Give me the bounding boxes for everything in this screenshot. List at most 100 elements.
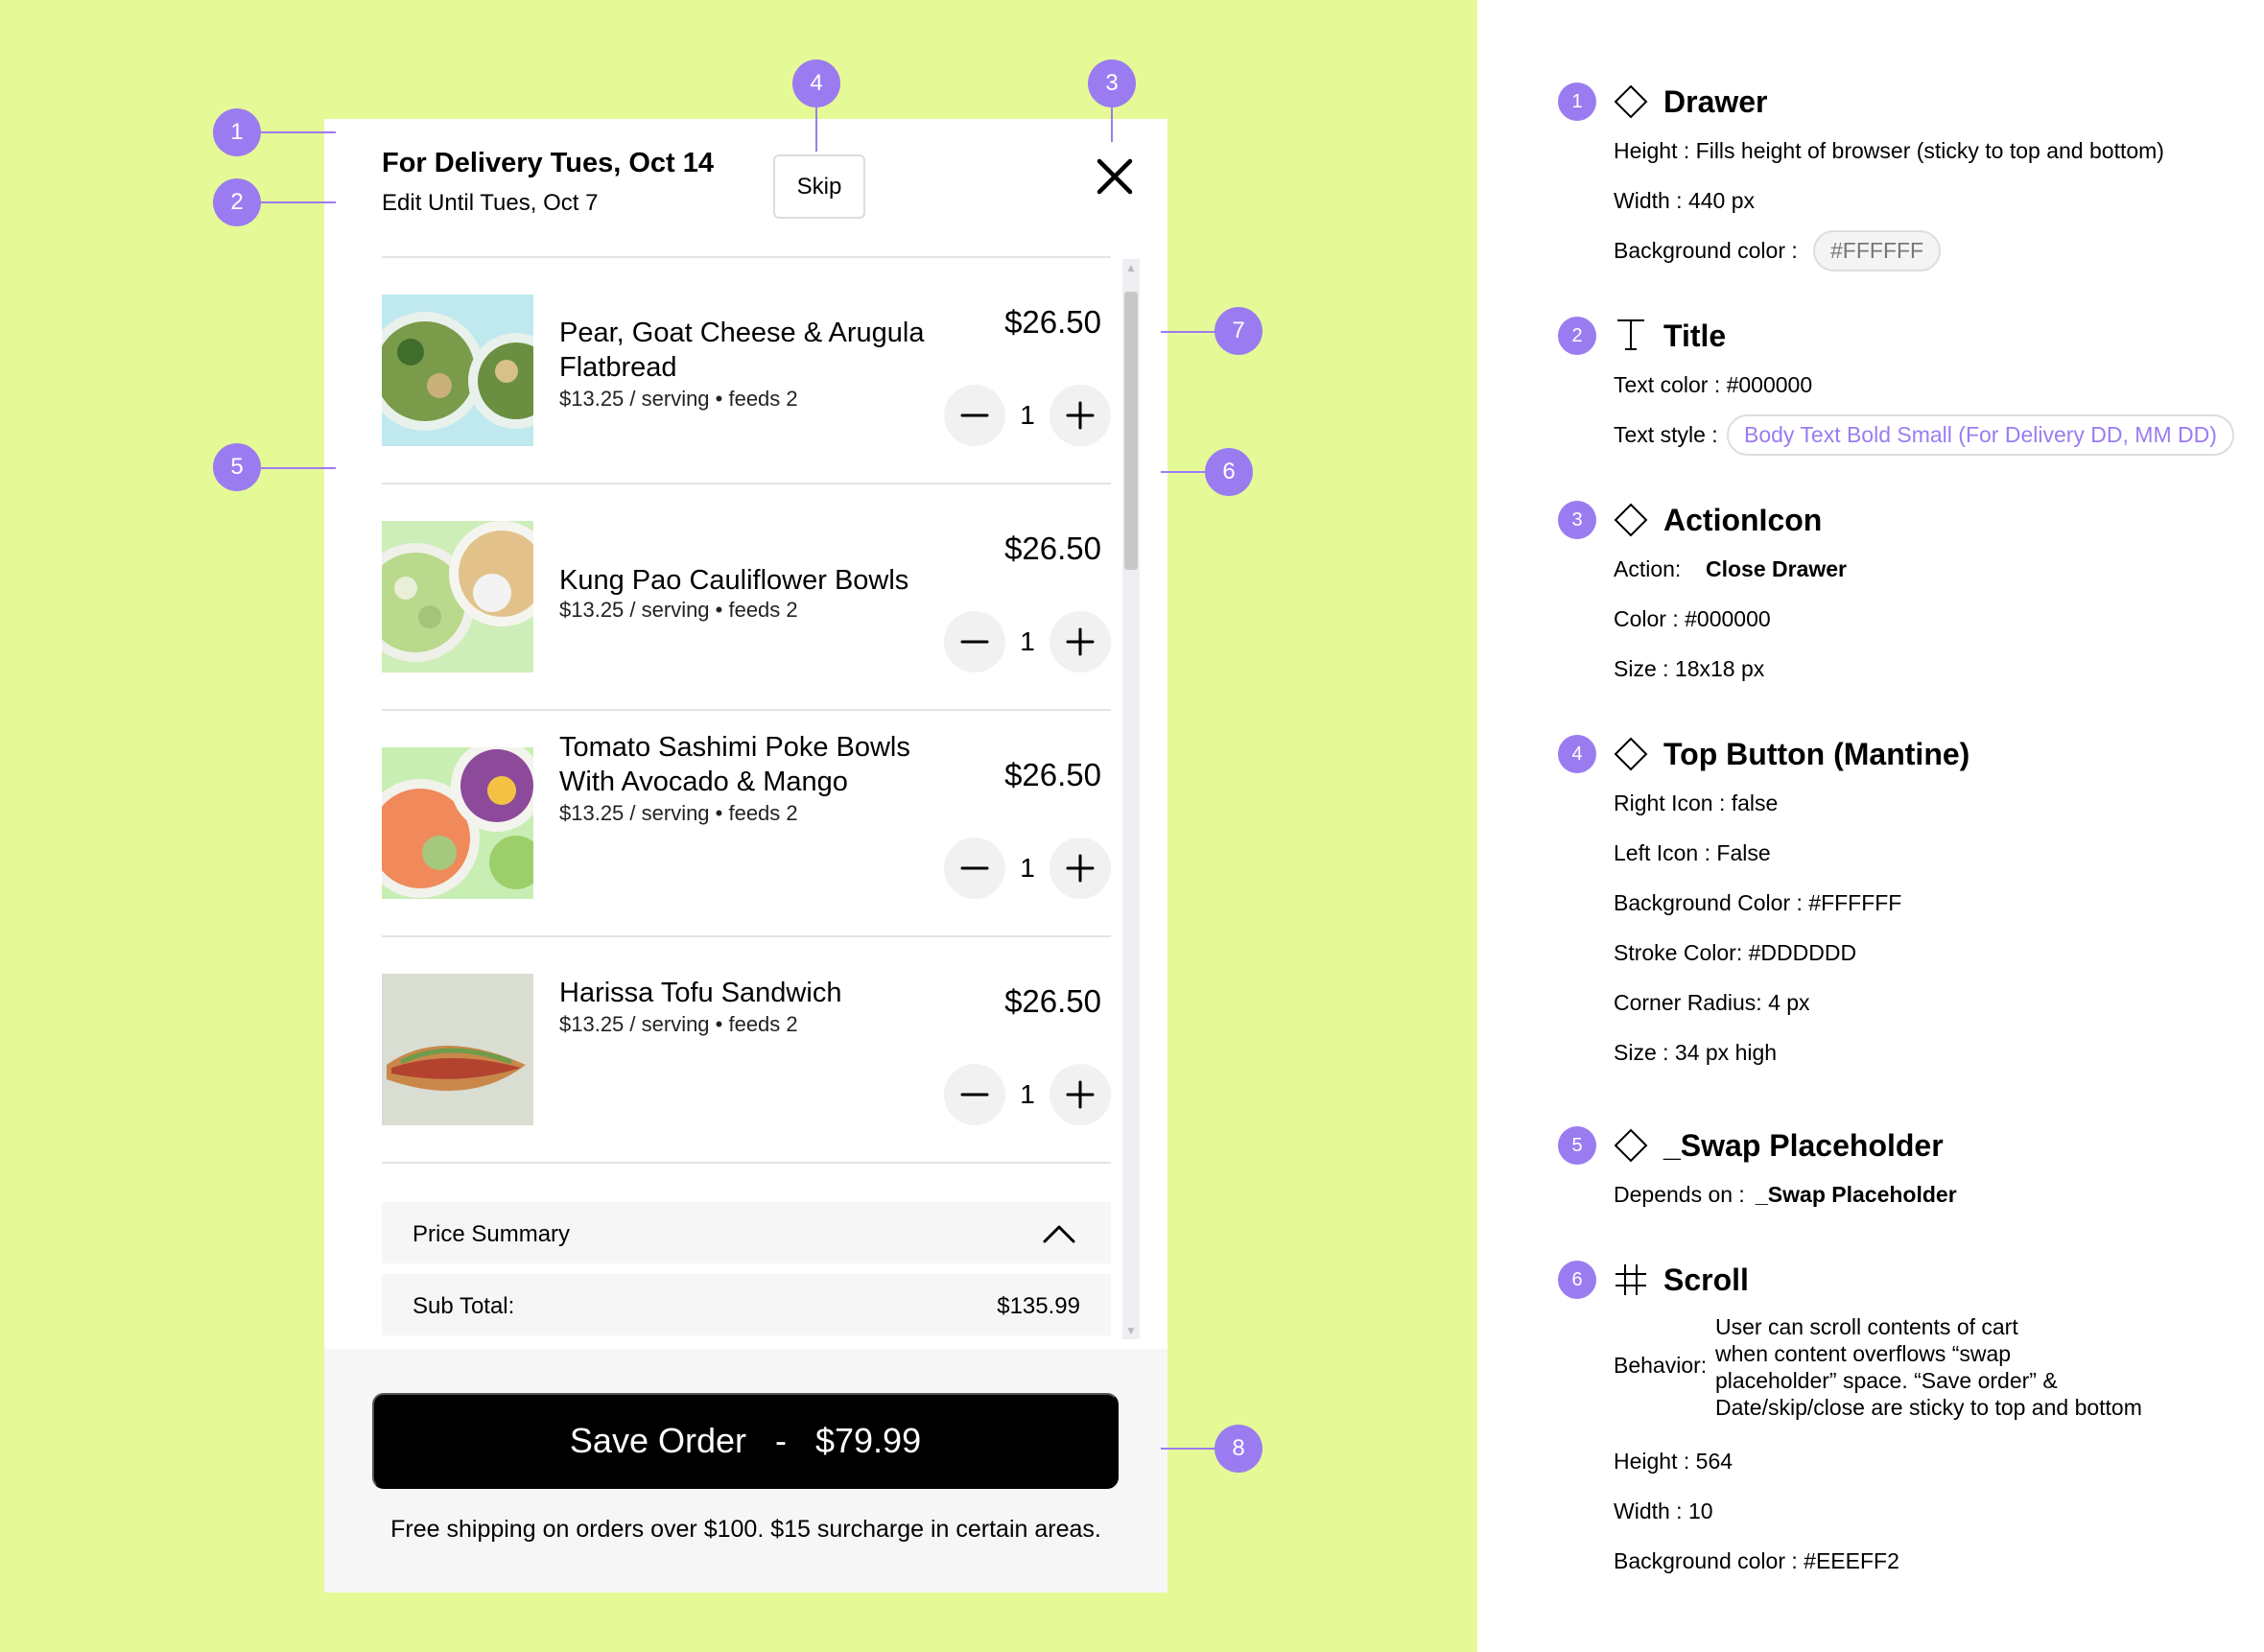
spec-line: Background color : [1614,238,1798,263]
spec-title: Top Button (Mantine) [1663,737,1970,771]
item-name: Kung Pao Cauliflower Bowls [559,565,909,596]
shipping-note: Free shipping on orders over $100. $15 s… [390,1516,1101,1543]
annotation-marker-3: 3 [1088,59,1136,107]
marker-connector [1161,331,1218,333]
item-image [382,747,533,899]
item-image [382,295,533,446]
spec-line: Text color : #000000 [1614,372,1813,397]
spec-behavior-line: Date/skip/close are sticky to top and bo… [1715,1395,2142,1420]
spec-value: Close Drawer [1706,556,1848,581]
chevron-up-icon [1042,1221,1076,1249]
spec-line: Background color : #EEEFF2 [1614,1548,1899,1573]
spec-badge: 6 [1558,1261,1596,1299]
spec-line: Behavior: [1614,1353,1708,1378]
decrease-quantity-button[interactable] [944,1064,1005,1125]
spec-value: _Swap Placeholder [1756,1182,1957,1207]
cart-item: Tomato Sashimi Poke Bowls With Avocado &… [382,709,1111,935]
marker-connector [1161,471,1209,473]
spec-line: Text style : [1614,422,1718,447]
spec-title: Drawer [1663,84,1768,119]
increase-quantity-button[interactable] [1049,385,1111,446]
item-meta: $13.25 / serving • feeds 2 [559,598,798,622]
drawer-title: For Delivery Tues, Oct 14 [382,148,714,178]
price-summary-toggle[interactable]: Price Summary [382,1202,1111,1263]
cart-drawer: For Delivery Tues, Oct 14 Edit Until Tue… [324,119,1167,1593]
spec-line: Color : #000000 [1614,606,1771,631]
marker-connector [261,467,336,469]
item-name: Harissa Tofu Sandwich [559,978,842,1008]
item-price: $26.50 [1004,983,1101,1019]
increase-quantity-button[interactable] [1049,611,1111,673]
item-quantity: 1 [1020,626,1035,656]
scroll-up-arrow-icon[interactable]: ▲ [1125,261,1137,274]
spec-line: Action: [1614,556,1682,581]
marker-connector [1161,1448,1218,1450]
item-quantity: 1 [1020,1079,1035,1109]
marker-connector [261,201,336,203]
text-style-pill: Body Text Bold Small (For Delivery DD, M… [1727,414,2234,456]
decrease-quantity-button[interactable] [944,611,1005,673]
cart-item: Kung Pao Cauliflower Bowls $13.25 / serv… [382,483,1111,709]
text-type-icon [1614,317,1648,356]
spec-badge: 4 [1558,735,1596,773]
increase-quantity-button[interactable] [1049,838,1111,899]
increase-quantity-button[interactable] [1049,1064,1111,1125]
item-meta: $13.25 / serving • feeds 2 [559,387,798,411]
scrollbar-thumb[interactable] [1124,292,1138,570]
item-meta: $13.25 / serving • feeds 2 [559,801,798,825]
item-image [382,974,533,1125]
annotation-marker-1: 1 [213,108,261,156]
spec-badge: 5 [1558,1126,1596,1165]
component-diamond-icon [1614,1128,1648,1168]
spec-line: Corner Radius: 4 px [1614,990,1810,1015]
spec-line: Height : Fills height of browser (sticky… [1614,138,2164,163]
item-name: Tomato Sashimi Poke Bowls With Avocado &… [559,732,910,797]
drawer-subtitle: Edit Until Tues, Oct 7 [382,190,599,216]
decrease-quantity-button[interactable] [944,385,1005,446]
item-price: $26.50 [1004,757,1101,792]
annotation-marker-6: 6 [1205,448,1253,496]
spec-line: Width : 10 [1614,1499,1713,1523]
annotation-marker-8: 8 [1215,1425,1262,1473]
spec-line: Left Icon : False [1614,840,1771,865]
cart-item: Harissa Tofu Sandwich $13.25 / serving •… [382,935,1111,1162]
cart-item: Pear, Goat Cheese & Arugula Flatbread $1… [382,256,1111,483]
spec-line: Size : 34 px high [1614,1040,1778,1065]
spec-behavior-line: placeholder” space. “Save order” & [1715,1368,2058,1393]
spec-title: _Swap Placeholder [1663,1128,1944,1163]
subtotal-value: $135.99 [997,1293,1080,1319]
subtotal-row: Sub Total: $135.99 [382,1274,1111,1335]
decrease-quantity-button[interactable] [944,838,1005,899]
list-divider [382,1162,1111,1164]
spec-title: ActionIcon [1663,503,1823,537]
spec-line: Background Color : #FFFFFF [1614,890,1902,915]
marker-connector [1111,106,1113,142]
component-diamond-icon [1614,84,1648,124]
item-price: $26.50 [1004,531,1101,566]
price-summary-label: Price Summary [413,1221,571,1247]
spec-line: Stroke Color: #DDDDDD [1614,940,1857,965]
scroll-down-arrow-icon[interactable]: ▼ [1125,1324,1137,1337]
spec-badge: 1 [1558,83,1596,121]
item-price: $26.50 [1004,304,1101,340]
spec-badge: 2 [1558,317,1596,355]
spec-behavior-line: when content overflows “swap [1715,1341,2012,1366]
item-quantity: 1 [1020,400,1035,430]
spec-behavior-line: User can scroll contents of cart [1715,1314,2018,1339]
item-meta: $13.25 / serving • feeds 2 [559,1012,798,1036]
skip-button[interactable]: Skip [773,154,865,219]
spec-line: Depends on : [1614,1182,1745,1207]
save-order-button[interactable]: Save Order - $79.99 [372,1393,1119,1489]
close-icon[interactable] [1092,153,1138,200]
item-name: Pear, Goat Cheese & Arugula Flatbread [559,318,925,383]
spec-line: Height : 564 [1614,1449,1733,1474]
component-diamond-icon [1614,503,1648,542]
spec-line: Size : 18x18 px [1614,656,1765,681]
marker-connector [261,131,336,133]
annotation-marker-7: 7 [1215,307,1262,355]
annotation-marker-2: 2 [213,178,261,226]
item-quantity: 1 [1020,853,1035,883]
item-image [382,521,533,673]
subtotal-label: Sub Total: [413,1293,515,1319]
marker-connector [815,106,817,152]
